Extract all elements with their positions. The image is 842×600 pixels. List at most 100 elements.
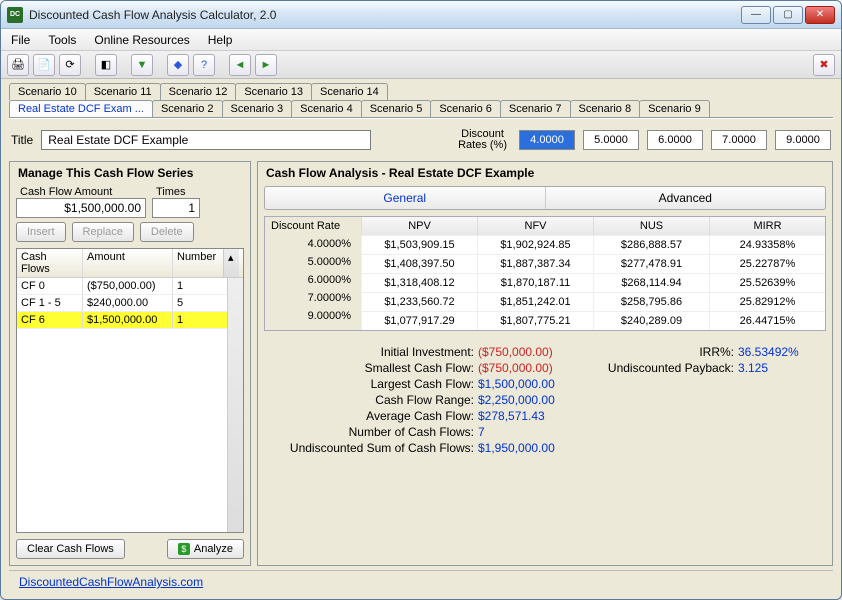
- stat-label: Cash Flow Range:: [268, 393, 478, 407]
- stat-value: 3.125: [738, 361, 822, 375]
- stat-label: Initial Investment:: [268, 345, 478, 359]
- refresh-icon[interactable]: ⟳: [59, 54, 81, 76]
- rate-row-label: 6.0000%: [265, 271, 361, 289]
- tab-scenario-8[interactable]: Scenario 8: [570, 100, 641, 117]
- menu-tools[interactable]: Tools: [48, 33, 76, 47]
- stat-label: Smallest Cash Flow:: [268, 361, 478, 375]
- tab-real-estate[interactable]: Real Estate DCF Exam ...: [9, 100, 153, 117]
- menu-online-resources[interactable]: Online Resources: [94, 33, 189, 47]
- replace-button[interactable]: Replace: [72, 222, 134, 242]
- col-nus: NUS: [593, 217, 709, 235]
- maximize-button[interactable]: ▢: [773, 6, 803, 24]
- tabstrip: Scenario 10 Scenario 11 Scenario 12 Scen…: [9, 83, 833, 119]
- window-title: Discounted Cash Flow Analysis Calculator…: [29, 8, 741, 22]
- footer: DiscountedCashFlowAnalysis.com: [9, 570, 833, 593]
- col-number[interactable]: Number: [173, 249, 223, 277]
- forward-icon[interactable]: ►: [255, 54, 277, 76]
- col-cash-flows[interactable]: Cash Flows: [17, 249, 83, 277]
- delete-button[interactable]: Delete: [140, 222, 194, 242]
- close-button[interactable]: ✕: [805, 6, 835, 24]
- stats-grid: Initial Investment:($750,000.00) IRR%:36…: [264, 345, 826, 455]
- stat-label: Number of Cash Flows:: [268, 425, 478, 439]
- footer-link[interactable]: DiscountedCashFlowAnalysis.com: [19, 575, 203, 589]
- insert-button[interactable]: Insert: [16, 222, 66, 242]
- tab-scenario-12[interactable]: Scenario 12: [160, 83, 237, 100]
- table-row: $1,408,397.50$1,887,387.34$277,478.9125.…: [361, 254, 825, 273]
- tab-scenario-6[interactable]: Scenario 6: [430, 100, 501, 117]
- stat-value: $278,571.43: [478, 409, 588, 423]
- tab-scenario-9[interactable]: Scenario 9: [639, 100, 710, 117]
- analyze-button[interactable]: $Analyze: [167, 539, 244, 559]
- toolbar: 🖨 📄 ⟳ ◧ ▼ ◆ ? ◄ ► ✖: [1, 51, 841, 79]
- tab-scenario-14[interactable]: Scenario 14: [311, 83, 388, 100]
- menu-file[interactable]: File: [11, 33, 30, 47]
- cancel-icon[interactable]: ✖: [813, 54, 835, 76]
- rate-row-label: 4.0000%: [265, 235, 361, 253]
- tab-scenario-13[interactable]: Scenario 13: [235, 83, 312, 100]
- subtab-general[interactable]: General: [265, 187, 545, 209]
- menubar: File Tools Online Resources Help: [1, 29, 841, 51]
- list-row: CF 1 - 5$240,000.005: [17, 295, 227, 312]
- subtab-advanced[interactable]: Advanced: [545, 187, 826, 209]
- menu-help[interactable]: Help: [208, 33, 233, 47]
- table-row: $1,233,560.72$1,851,242.01$258,795.8625.…: [361, 292, 825, 311]
- stat-value: ($750,000.00): [478, 361, 588, 375]
- amount-label: Cash Flow Amount: [20, 186, 146, 198]
- scroll-up-icon[interactable]: ▴: [223, 249, 239, 277]
- tab-scenario-2[interactable]: Scenario 2: [152, 100, 223, 117]
- rate-row-label: 7.0000%: [265, 289, 361, 307]
- list-row: CF 0($750,000.00)1: [17, 278, 227, 295]
- titlebar: DC Discounted Cash Flow Analysis Calcula…: [1, 1, 841, 29]
- tab-scenario-3[interactable]: Scenario 3: [222, 100, 293, 117]
- analysis-panel-title: Cash Flow Analysis - Real Estate DCF Exa…: [266, 166, 826, 180]
- stat-value: 36.53492%: [738, 345, 822, 359]
- app-icon: DC: [7, 7, 23, 23]
- rate-box-1[interactable]: 4.0000: [519, 130, 575, 150]
- help-icon[interactable]: ?: [193, 54, 215, 76]
- rate-box-3[interactable]: 6.0000: [647, 130, 703, 150]
- minimize-button[interactable]: —: [741, 6, 771, 24]
- analysis-panel: Cash Flow Analysis - Real Estate DCF Exa…: [257, 161, 833, 566]
- tab-scenario-5[interactable]: Scenario 5: [361, 100, 432, 117]
- list-row-selected: CF 6$1,500,000.001: [17, 312, 227, 329]
- stat-value: $1,500,000.00: [478, 377, 588, 391]
- clear-button[interactable]: Clear Cash Flows: [16, 539, 125, 559]
- cash-flow-list[interactable]: Cash Flows Amount Number ▴ CF 0($750,000…: [16, 248, 244, 533]
- tab-scenario-11[interactable]: Scenario 11: [85, 83, 161, 100]
- tab-scenario-4[interactable]: Scenario 4: [291, 100, 362, 117]
- table-row: $1,318,408.12$1,870,187.11$268,114.9425.…: [361, 273, 825, 292]
- rate-box-2[interactable]: 5.0000: [583, 130, 639, 150]
- print2-icon[interactable]: 📄: [33, 54, 55, 76]
- rate-box-5[interactable]: 9.0000: [775, 130, 831, 150]
- window-icon[interactable]: ◧: [95, 54, 117, 76]
- tab-scenario-7[interactable]: Scenario 7: [500, 100, 571, 117]
- discount-rates-label: DiscountRates (%): [458, 129, 507, 151]
- dollar-icon: $: [178, 543, 190, 555]
- col-amount[interactable]: Amount: [83, 249, 173, 277]
- back-icon[interactable]: ◄: [229, 54, 251, 76]
- down-green-icon[interactable]: ▼: [131, 54, 153, 76]
- manage-panel-title: Manage This Cash Flow Series: [18, 166, 244, 180]
- times-input[interactable]: [152, 198, 200, 218]
- col-mirr: MIRR: [709, 217, 825, 235]
- tab-scenario-10[interactable]: Scenario 10: [9, 83, 86, 100]
- app-window: DC Discounted Cash Flow Analysis Calcula…: [0, 0, 842, 600]
- info-icon[interactable]: ◆: [167, 54, 189, 76]
- stat-label: Largest Cash Flow:: [268, 377, 478, 391]
- stat-value: ($750,000.00): [478, 345, 588, 359]
- scrollbar[interactable]: [227, 278, 243, 532]
- col-nfv: NFV: [477, 217, 593, 235]
- col-npv: NPV: [361, 217, 477, 235]
- amount-input[interactable]: [16, 198, 146, 218]
- rate-row-label: 9.0000%: [265, 307, 361, 325]
- print-icon[interactable]: 🖨: [7, 54, 29, 76]
- stat-value: $2,250,000.00: [478, 393, 588, 407]
- stat-label: IRR%:: [588, 345, 738, 359]
- rate-box-4[interactable]: 7.0000: [711, 130, 767, 150]
- table-row: $1,503,909.15$1,902,924.85$286,888.5724.…: [361, 235, 825, 254]
- rate-table-corner: Discount Rate: [265, 217, 361, 235]
- title-input[interactable]: [41, 130, 371, 150]
- stat-label: Undiscounted Payback:: [588, 361, 738, 375]
- stat-label: Undiscounted Sum of Cash Flows:: [268, 441, 478, 455]
- manage-panel: Manage This Cash Flow Series Cash Flow A…: [9, 161, 251, 566]
